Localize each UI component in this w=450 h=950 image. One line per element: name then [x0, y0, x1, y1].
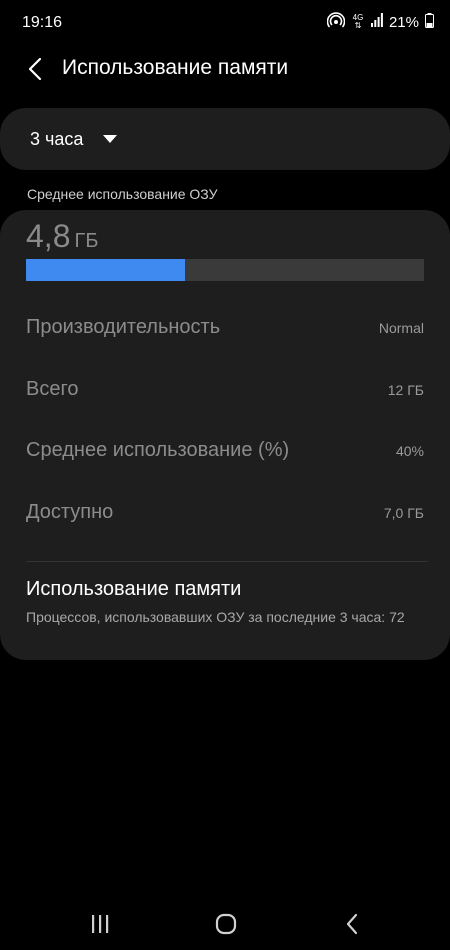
stat-value: 7,0 ГБ — [383, 505, 424, 521]
battery-icon — [425, 12, 434, 32]
stat-label: Доступно — [26, 501, 114, 523]
ram-usage-card: 4,8 ГБ Производительность Normal Всего 12… — [0, 210, 450, 660]
chevron-left-icon — [28, 57, 42, 81]
battery-percent: 21% — [388, 13, 419, 31]
stat-label: Производительность — [26, 316, 221, 338]
ram-average-value: 4,8 ГБ — [26, 218, 98, 255]
divider — [26, 561, 428, 562]
period-dropdown[interactable]: 3 часа — [0, 108, 450, 170]
status-bar: 19:16 4G ⇅ 21% — [0, 0, 450, 46]
stat-label: Среднее использование (%) — [26, 439, 290, 461]
home-button[interactable] — [213, 911, 239, 937]
signal-icon — [370, 13, 383, 31]
network-type-icon: 4G ⇅ — [352, 13, 364, 30]
status-icons: 4G ⇅ 21% — [326, 12, 434, 32]
caret-down-icon — [103, 135, 117, 143]
home-icon — [215, 913, 237, 935]
back-button[interactable] — [20, 54, 50, 84]
page-title: Использование памяти — [62, 56, 289, 79]
network-type-label: 4G — [352, 13, 364, 22]
recent-apps-icon — [92, 915, 109, 933]
status-time: 19:16 — [22, 14, 63, 31]
stat-row-total: Всего 12 ГБ — [26, 378, 424, 408]
navigation-bar — [0, 900, 450, 950]
ram-usage-bar-fill — [26, 259, 186, 281]
memory-usage-title: Использование памяти — [26, 578, 242, 600]
stat-value: Normal — [378, 320, 424, 336]
memory-usage-item[interactable]: Использование памяти Процессов, использо… — [26, 578, 426, 648]
stat-row-average-percent: Среднее использование (%) 40% — [26, 439, 424, 469]
stat-row-performance: Производительность Normal — [26, 316, 424, 346]
stat-value: 40% — [395, 443, 424, 459]
stat-label: Всего — [26, 378, 79, 400]
app-header: Использование памяти — [0, 48, 450, 92]
nav-back-button[interactable] — [340, 911, 364, 937]
ram-usage-bar — [26, 259, 424, 281]
stat-row-available: Доступно 7,0 ГБ — [26, 501, 424, 531]
hotspot-icon — [326, 12, 346, 32]
memory-usage-description: Процессов, использовавших ОЗУ за последн… — [26, 609, 405, 625]
recent-apps-button[interactable] — [88, 913, 112, 935]
period-selected-label: 3 часа — [30, 129, 84, 149]
stat-value: 12 ГБ — [387, 382, 424, 398]
ram-value-number: 4,8 — [26, 218, 71, 254]
back-icon — [346, 913, 358, 935]
ram-value-unit: ГБ — [74, 230, 99, 252]
ram-section-label: Среднее использование ОЗУ — [27, 186, 218, 202]
